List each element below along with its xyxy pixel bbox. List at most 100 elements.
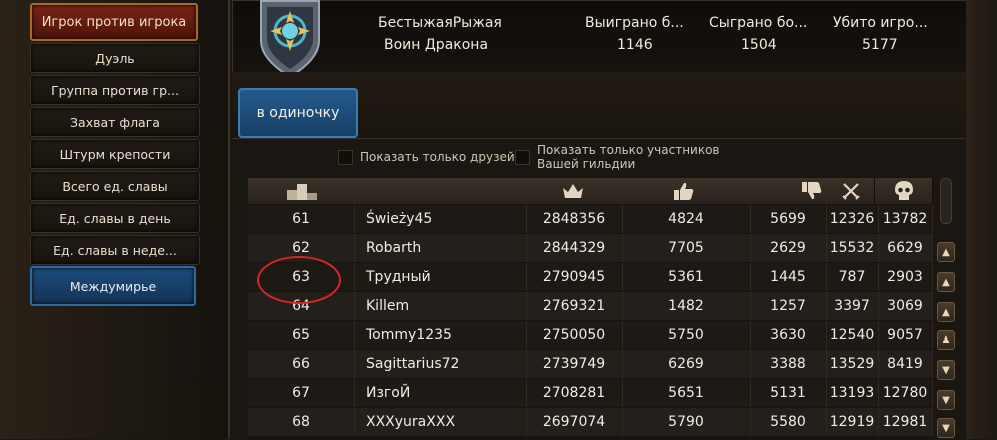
scroll-page-up-icon[interactable]: ▲ — [937, 272, 955, 292]
cell-rank: 61 — [248, 205, 355, 233]
table-scrollbar[interactable]: ▲ ▲ ▲ ♟ ▼ ▼ ▼ — [936, 178, 955, 439]
friends-only-checkbox[interactable] — [338, 150, 353, 165]
cell-kills: 3397 — [826, 292, 879, 320]
menu-total-glory[interactable]: Всего ед. славы — [30, 171, 200, 201]
scroll-bottom-icon[interactable]: ▼ — [937, 418, 955, 438]
cell-rating: 2739749 — [526, 350, 623, 378]
cell-kills: 13529 — [826, 350, 879, 378]
cell-dislikes: 1257 — [750, 292, 827, 320]
cell-kills: 13193 — [826, 379, 879, 407]
table-row[interactable]: 64 Killem 2769321 1482 1257 3397 3069 — [248, 292, 933, 320]
scroll-thumb[interactable] — [940, 178, 952, 224]
cell-deaths: 6629 — [878, 234, 933, 262]
cell-deaths: 12780 — [878, 379, 933, 407]
table-row[interactable]: 61 Świeży45 2848356 4824 5699 12326 13782 — [248, 205, 933, 233]
menu-fortress-siege[interactable]: Штурм крепости — [30, 139, 200, 169]
column-header-rating[interactable] — [526, 178, 620, 204]
cell-deaths: 3069 — [878, 292, 933, 320]
cell-likes: 6269 — [622, 350, 751, 378]
cell-rating: 2697074 — [526, 408, 623, 436]
cell-dislikes: 1445 — [750, 263, 827, 291]
table-row[interactable]: 68 XXXyuraXXX 2697074 5790 5580 12919 12981 — [248, 408, 933, 436]
menu-group-vs-group[interactable]: Группа против гр... — [30, 75, 200, 105]
guild-only-checkbox[interactable] — [515, 150, 530, 165]
ranking-table: 61 Świeży45 2848356 4824 5699 12326 13782 62 Rob… — [248, 178, 933, 439]
guild-only-label-line2: Вашей гильдии — [537, 157, 636, 171]
cell-rating: 2708281 — [526, 379, 623, 407]
tab-solo[interactable]: в одиночку — [238, 88, 358, 138]
column-header-deaths[interactable] — [875, 178, 933, 204]
friends-only-label: Показать только друзей — [360, 150, 515, 164]
table-row[interactable]: 66 Sagittarius72 2739749 6269 3388 13529 8419 — [248, 350, 933, 378]
cell-dislikes: 5131 — [750, 379, 827, 407]
cell-rating: 2790945 — [526, 263, 623, 291]
menu-interworld[interactable]: Междумирье — [30, 266, 196, 306]
cell-rating: 2769321 — [526, 292, 623, 320]
menu-duel[interactable]: Дуэль — [30, 43, 200, 73]
cell-dislikes: 5580 — [750, 408, 827, 436]
guild-emblem-icon — [260, 0, 320, 79]
cell-rating: 2848356 — [526, 205, 623, 233]
column-header-likes[interactable] — [619, 178, 750, 204]
cell-deaths: 8419 — [878, 350, 933, 378]
table-row[interactable]: 67 ИзгоЙ 2708281 5651 5131 13193 12780 — [248, 379, 933, 407]
menu-glory-per-week[interactable]: Ед. славы в неде... — [30, 235, 200, 265]
table-row[interactable]: 65 Tommy1235 2750050 5750 3630 12540 9057 — [248, 321, 933, 349]
player-title: Воин Дракона — [384, 37, 489, 53]
cell-name: ИзгоЙ — [354, 379, 527, 407]
player-name: БестыжаяРыжая — [378, 15, 502, 31]
guild-only-label-line1: Показать только участников — [537, 143, 720, 157]
cell-name: Sagittarius72 — [354, 350, 527, 378]
table-row[interactable]: 63 Трудный 2790945 5361 1445 787 2903 — [248, 263, 933, 291]
cell-name: Robarth — [354, 234, 527, 262]
stat-label-wins: Выиграно б... — [585, 15, 684, 31]
scroll-top-icon[interactable]: ▲ — [937, 302, 955, 322]
cell-name: XXXyuraXXX — [354, 408, 527, 436]
column-header-name[interactable] — [355, 178, 527, 204]
podium-icon — [286, 184, 317, 200]
scroll-down-icon[interactable]: ▼ — [937, 360, 955, 380]
cell-name: Świeży45 — [354, 205, 527, 233]
menu-capture-flag[interactable]: Захват флага — [30, 107, 200, 137]
cell-rank: 66 — [248, 350, 355, 378]
stat-label-kills: Убито игро... — [833, 15, 928, 31]
thumbs-up-icon — [674, 182, 694, 200]
cell-deaths: 2903 — [878, 263, 933, 291]
cell-dislikes: 3388 — [750, 350, 827, 378]
cell-likes: 5361 — [622, 263, 751, 291]
window-frame-right — [966, 0, 997, 439]
cell-likes: 5651 — [622, 379, 751, 407]
cell-kills: 12919 — [826, 408, 879, 436]
pvp-sidebar: Игрок против игрока Дуэль Группа против … — [0, 0, 230, 439]
cell-kills: 15532 — [826, 234, 879, 262]
stat-value-kills: 5177 — [862, 37, 898, 53]
cell-dislikes: 3630 — [750, 321, 827, 349]
cell-likes: 7705 — [622, 234, 751, 262]
column-header-kills[interactable] — [827, 178, 875, 204]
cell-kills: 12326 — [826, 205, 879, 233]
cell-kills: 787 — [826, 263, 879, 291]
crossed-swords-icon — [841, 183, 860, 200]
scroll-to-me-icon[interactable]: ♟ — [937, 330, 955, 350]
cell-rank: 65 — [248, 321, 355, 349]
table-row[interactable]: 62 Robarth 2844329 7705 2629 15532 6629 — [248, 234, 933, 262]
menu-pvp[interactable]: Игрок против игрока — [30, 3, 198, 41]
cell-rating: 2844329 — [526, 234, 623, 262]
cell-name: Трудный — [354, 263, 527, 291]
scroll-up-icon[interactable]: ▲ — [937, 242, 955, 262]
scroll-page-down-icon[interactable]: ▼ — [937, 390, 955, 410]
cell-dislikes: 5699 — [750, 205, 827, 233]
cell-name: Killem — [354, 292, 527, 320]
cell-likes: 5750 — [622, 321, 751, 349]
menu-glory-per-day[interactable]: Ед. славы в день — [30, 203, 200, 233]
cell-rank: 68 — [248, 408, 355, 436]
cell-dislikes: 2629 — [750, 234, 827, 262]
highlight-circle — [257, 256, 341, 304]
cell-name: Tommy1235 — [354, 321, 527, 349]
cell-likes: 1482 — [622, 292, 751, 320]
player-header: БестыжаяРыжая Воин Дракона Выиграно б...… — [232, 0, 967, 79]
stat-value-played: 1504 — [741, 37, 777, 53]
column-header-rank[interactable] — [248, 178, 356, 204]
cell-rank: 67 — [248, 379, 355, 407]
thumbs-down-icon — [801, 182, 821, 200]
